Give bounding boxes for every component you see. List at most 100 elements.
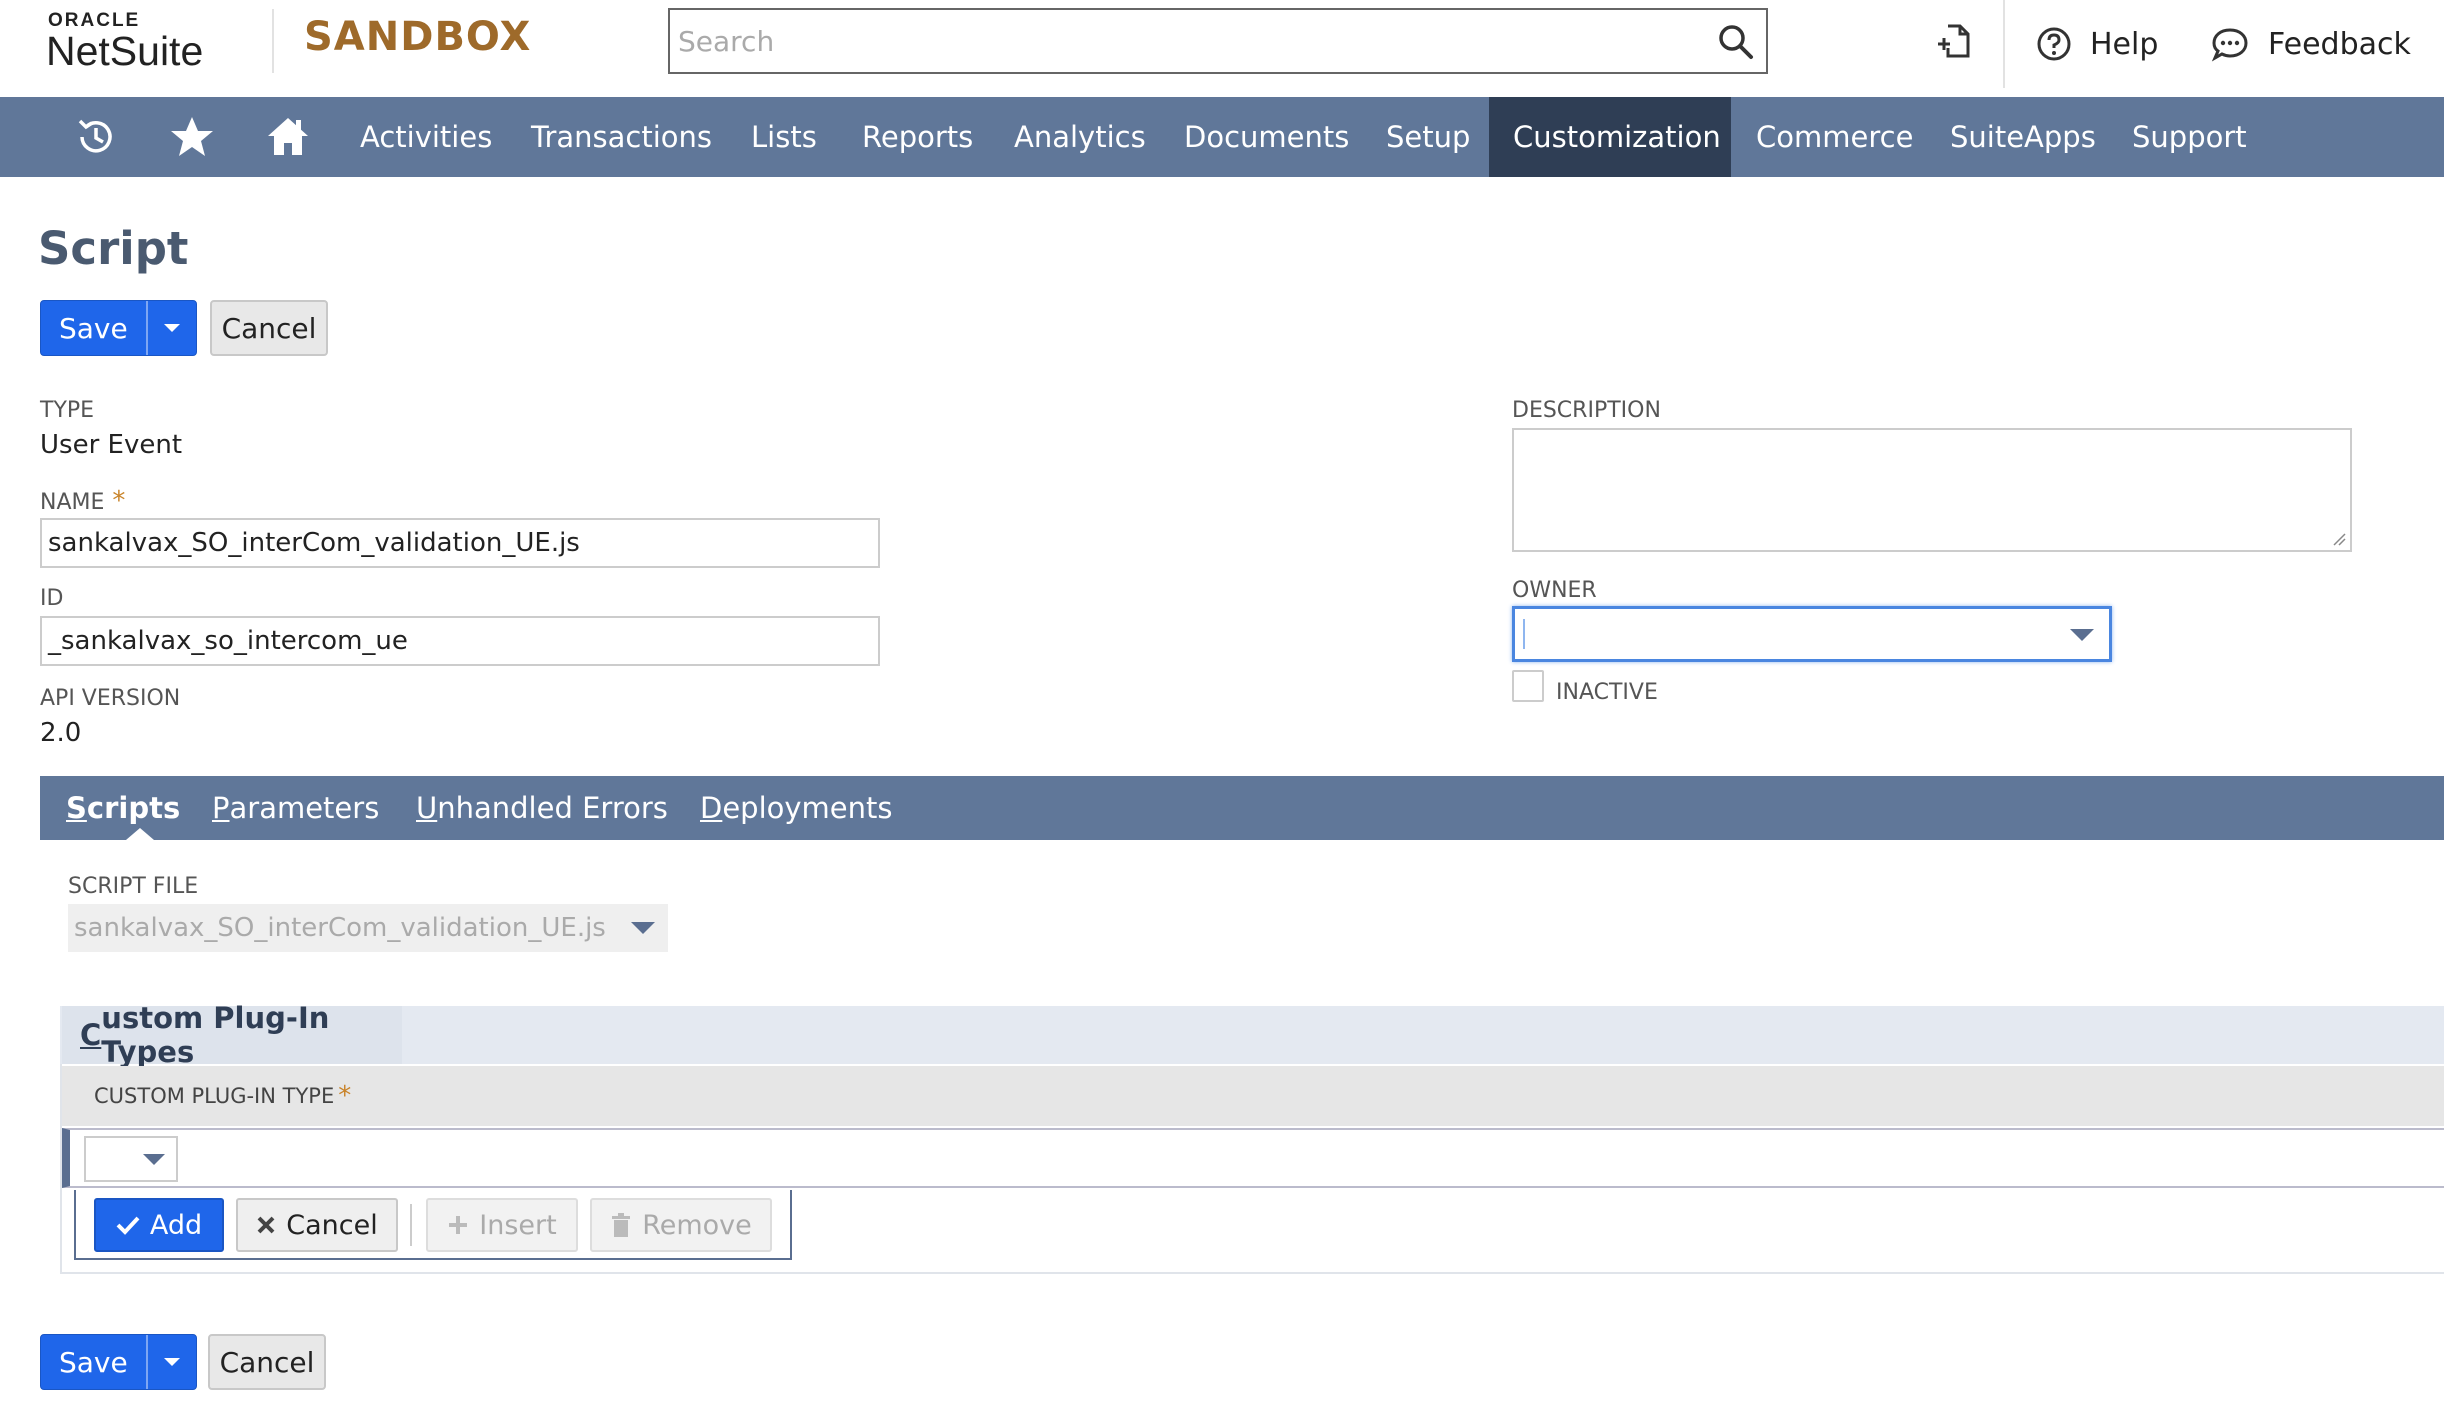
save-options-dropdown[interactable] bbox=[145, 301, 196, 355]
search-icon[interactable] bbox=[1716, 22, 1756, 62]
tab-scripts-accesskey: S bbox=[66, 791, 87, 825]
insert-row-button[interactable]: Insert bbox=[426, 1198, 578, 1252]
remove-label: Remove bbox=[642, 1209, 752, 1241]
insert-label: Insert bbox=[479, 1209, 557, 1241]
tab-scripts[interactable]: Scripts bbox=[66, 776, 180, 840]
id-field[interactable]: _sankalvax_so_intercom_ue bbox=[40, 616, 880, 666]
id-label: ID bbox=[40, 586, 64, 611]
caret-down-icon bbox=[163, 1358, 180, 1366]
nav-customization[interactable]: Customization bbox=[1489, 97, 1731, 177]
custom-plugin-edit-row bbox=[62, 1128, 2444, 1188]
feedback-link[interactable]: Feedback bbox=[2210, 22, 2411, 66]
cancel-row-label: Cancel bbox=[286, 1209, 378, 1241]
inactive-checkbox[interactable] bbox=[1512, 670, 1544, 702]
cancel-row-button[interactable]: Cancel bbox=[236, 1198, 398, 1252]
recent-records-icon[interactable] bbox=[1934, 22, 1974, 62]
tab-parameters-text: arameters bbox=[229, 791, 380, 825]
custom-plugin-tab[interactable]: Custom Plug-In Types bbox=[62, 1001, 402, 1069]
text-cursor bbox=[1523, 619, 1525, 649]
custom-plugin-type-select[interactable] bbox=[84, 1136, 178, 1182]
custom-plugin-tab-text: ustom Plug-In Types bbox=[101, 1001, 330, 1069]
tab-unhandled-accesskey: U bbox=[416, 791, 438, 825]
tab-scripts-text: cripts bbox=[86, 791, 181, 825]
custom-plugin-column-label: CUSTOM PLUG-IN TYPE bbox=[94, 1084, 335, 1108]
help-link[interactable]: Help bbox=[2036, 22, 2158, 66]
active-tab-pointer bbox=[126, 828, 154, 840]
nav-transactions[interactable]: Transactions bbox=[507, 97, 736, 177]
main-navigation: Activities Transactions Lists Reports An… bbox=[0, 97, 2444, 177]
save-label[interactable]: Save bbox=[41, 1335, 146, 1389]
nav-suiteapps[interactable]: SuiteApps bbox=[1926, 97, 2120, 177]
save-options-dropdown[interactable] bbox=[145, 1335, 196, 1389]
trash-icon bbox=[612, 1213, 631, 1237]
required-marker: * bbox=[112, 486, 126, 516]
nav-reports[interactable]: Reports bbox=[838, 97, 997, 177]
required-marker: * bbox=[338, 1081, 352, 1111]
name-label-text: NAME bbox=[40, 490, 105, 515]
tab-parameters[interactable]: Parameters bbox=[212, 776, 379, 840]
resize-handle-icon[interactable] bbox=[2330, 530, 2346, 546]
description-field[interactable] bbox=[1512, 428, 2352, 552]
chevron-down-icon[interactable] bbox=[2069, 627, 2095, 643]
tab-parameters-accesskey: P bbox=[212, 791, 230, 825]
subtab-bar: Scripts Parameters Unhandled Errors Depl… bbox=[40, 776, 2444, 840]
add-row-button[interactable]: Add bbox=[94, 1198, 224, 1252]
owner-label: OWNER bbox=[1512, 578, 1597, 603]
owner-select[interactable] bbox=[1512, 606, 2112, 662]
search-input[interactable] bbox=[676, 10, 1690, 72]
help-icon bbox=[2037, 27, 2071, 61]
type-value: User Event bbox=[40, 430, 183, 460]
logo-divider bbox=[272, 9, 274, 73]
feedback-label: Feedback bbox=[2268, 26, 2411, 62]
cancel-button-top[interactable]: Cancel bbox=[210, 300, 328, 356]
api-version-label: API VERSION bbox=[40, 686, 181, 711]
environment-label: SANDBOX bbox=[304, 14, 532, 60]
script-file-label: SCRIPT FILE bbox=[68, 874, 199, 899]
home-icon[interactable] bbox=[264, 113, 312, 161]
favorites-star-icon[interactable] bbox=[168, 113, 216, 161]
header-divider bbox=[2003, 0, 2005, 88]
nav-commerce[interactable]: Commerce bbox=[1732, 97, 1937, 177]
tab-unhandled-errors[interactable]: Unhandled Errors bbox=[416, 776, 668, 840]
name-label: NAME * bbox=[40, 486, 125, 516]
cancel-button-bottom[interactable]: Cancel bbox=[208, 1334, 326, 1390]
custom-plugin-column-header: CUSTOM PLUG-IN TYPE * bbox=[62, 1066, 2444, 1126]
save-button-top[interactable]: Save bbox=[40, 300, 197, 356]
script-file-select[interactable]: sankalvax_SO_interCom_validation_UE.js bbox=[68, 904, 668, 952]
nav-activities[interactable]: Activities bbox=[336, 97, 516, 177]
custom-plugin-accesskey: C bbox=[80, 1018, 102, 1052]
inactive-label: INACTIVE bbox=[1556, 680, 1658, 705]
recent-history-icon[interactable] bbox=[72, 113, 120, 161]
tab-unhandled-text: nhandled Errors bbox=[437, 791, 668, 825]
save-button-bottom[interactable]: Save bbox=[40, 1334, 197, 1390]
chevron-down-icon[interactable] bbox=[142, 1152, 166, 1166]
tab-deployments-accesskey: D bbox=[700, 791, 723, 825]
nav-setup[interactable]: Setup bbox=[1362, 97, 1494, 177]
type-label: TYPE bbox=[40, 398, 95, 423]
script-file-value: sankalvax_SO_interCom_validation_UE.js bbox=[74, 913, 606, 943]
nav-lists[interactable]: Lists bbox=[727, 97, 841, 177]
page-title: Script bbox=[38, 222, 189, 275]
add-label: Add bbox=[149, 1209, 203, 1241]
description-label: DESCRIPTION bbox=[1512, 398, 1661, 423]
tab-deployments-text: eployments bbox=[722, 791, 893, 825]
save-label[interactable]: Save bbox=[41, 301, 146, 355]
netsuite-logo[interactable]: NetSuite bbox=[46, 28, 203, 75]
global-search bbox=[668, 8, 1768, 74]
caret-down-icon bbox=[163, 324, 180, 332]
toolbar-separator bbox=[410, 1204, 412, 1246]
chevron-down-icon[interactable] bbox=[630, 920, 656, 936]
nav-documents[interactable]: Documents bbox=[1160, 97, 1373, 177]
chat-bubble-icon bbox=[2211, 28, 2248, 62]
name-field[interactable]: sankalvax_SO_interCom_validation_UE.js bbox=[40, 518, 880, 568]
nav-analytics[interactable]: Analytics bbox=[990, 97, 1170, 177]
tab-deployments[interactable]: Deployments bbox=[700, 776, 893, 840]
api-version-value: 2.0 bbox=[40, 718, 82, 748]
checkmark-icon bbox=[116, 1216, 140, 1235]
remove-row-button[interactable]: Remove bbox=[590, 1198, 772, 1252]
help-label: Help bbox=[2090, 26, 2159, 62]
plus-icon bbox=[449, 1216, 468, 1234]
custom-plugin-header bbox=[60, 1006, 2444, 1064]
nav-support[interactable]: Support bbox=[2108, 97, 2271, 177]
close-icon bbox=[257, 1216, 275, 1234]
